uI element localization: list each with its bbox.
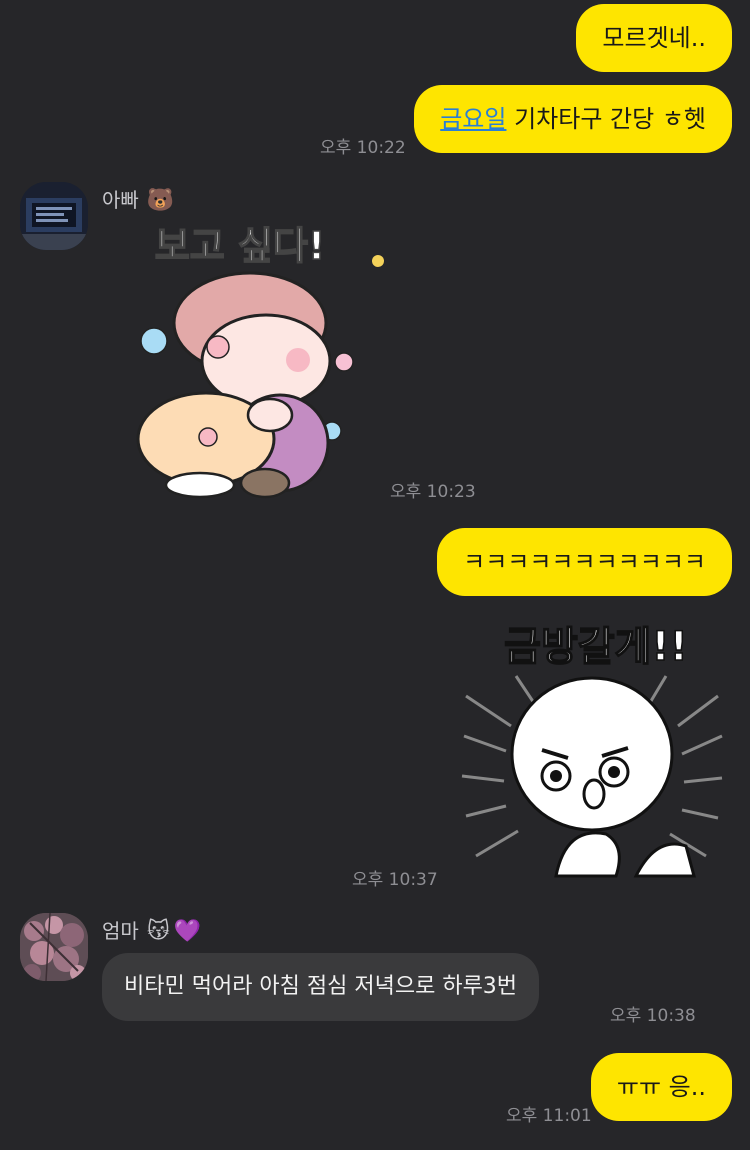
dad-sticker[interactable]: 보고 싶다!: [130, 215, 390, 505]
message-text: 모르겟네..: [602, 24, 706, 52]
message-time: 오후 10:23: [390, 482, 476, 502]
purple-heart-emoji: 💜: [173, 919, 202, 944]
message-text: ㅠㅠ 응..: [616, 1073, 706, 1101]
dad-avatar[interactable]: [20, 182, 88, 250]
date-link[interactable]: 금요일: [440, 105, 506, 133]
sender-name: 엄마 😽 💜: [102, 919, 202, 944]
sticker-caption: 금방갈게!!: [504, 624, 688, 670]
message-time: 오후 10:37: [352, 870, 438, 890]
my-message-bubble[interactable]: ㅋㅋㅋㅋㅋㅋㅋㅋㅋㅋㅋ: [437, 528, 732, 596]
my-message-bubble[interactable]: 금요일 기차타구 간당 ㅎ헷: [414, 85, 732, 153]
sticker-caption: 보고 싶다!: [155, 224, 325, 268]
mom-avatar[interactable]: [20, 913, 88, 981]
message-time: 오후 10:22: [320, 138, 406, 158]
other-message-bubble[interactable]: 비타민 먹어라 아침 점심 저녁으로 하루3번: [102, 953, 540, 1021]
message-time: 오후 11:01: [506, 1106, 592, 1126]
my-message-bubble[interactable]: 모르겟네..: [576, 4, 732, 72]
sender-name: 아빠 🐻: [102, 188, 175, 213]
my-sticker[interactable]: 금방갈게!!: [456, 606, 726, 881]
my-message-bubble[interactable]: ㅠㅠ 응..: [590, 1053, 732, 1121]
message-text: ㅋㅋㅋㅋㅋㅋㅋㅋㅋㅋㅋ: [463, 548, 706, 576]
bear-emoji: 🐻: [146, 188, 175, 213]
message-text: 비타민 먹어라 아침 점심 저녁으로 하루3번: [124, 974, 518, 999]
message-text: 기차타구 간당 ㅎ헷: [506, 105, 706, 133]
message-time: 오후 10:38: [610, 1006, 696, 1026]
kissing-cat-emoji: 😽: [146, 919, 170, 944]
